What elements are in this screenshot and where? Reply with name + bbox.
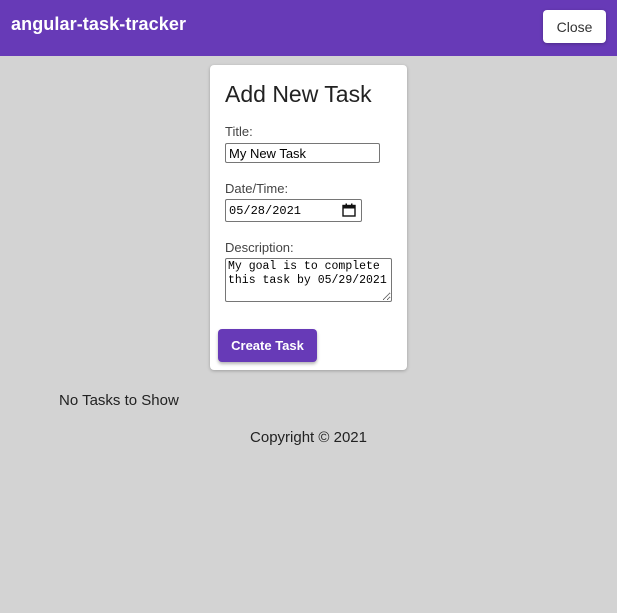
date-label: Date/Time: [225,181,289,196]
app-toolbar: angular-task-tracker Close [0,0,617,56]
title-label: Title: [225,124,253,139]
no-tasks-message: No Tasks to Show [59,392,179,409]
close-button[interactable]: Close [543,10,606,43]
calendar-icon[interactable] [342,203,356,217]
app-title: angular-task-tracker [11,14,187,34]
date-value: 05/28/2021 [229,204,302,218]
date-time-input[interactable]: 05/28/2021 [225,199,362,222]
copyright-footer: Copyright © 2021 [250,429,367,446]
create-task-button[interactable]: Create Task [218,329,317,362]
form-heading: Add New Task [225,81,372,107]
title-input[interactable] [225,143,380,163]
description-textarea[interactable]: My goal is to complete this task by 05/2… [225,258,392,302]
description-label: Description: [225,240,294,255]
add-task-form: Add New Task Title: Date/Time: 05/28/202… [210,65,407,370]
